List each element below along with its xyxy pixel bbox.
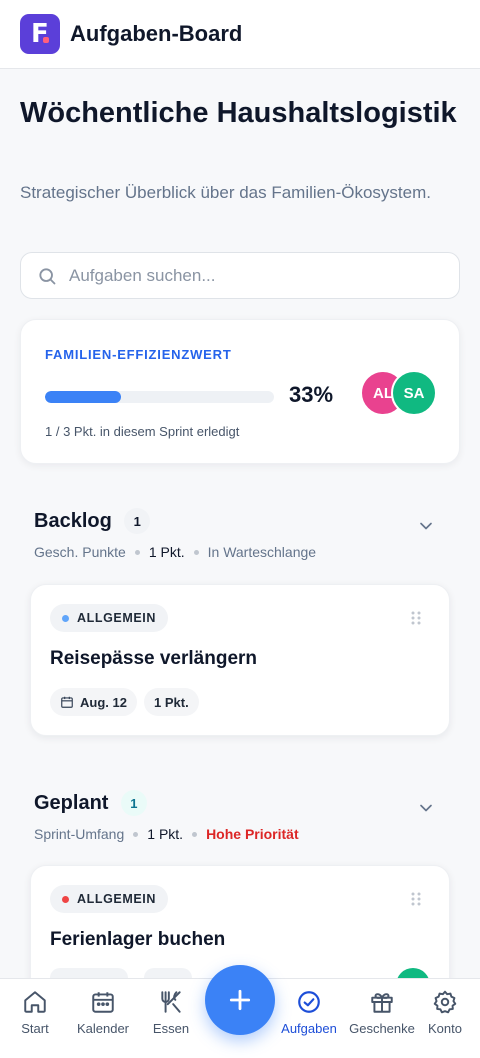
nav-item-kalender[interactable]: Kalender bbox=[68, 989, 138, 1036]
check-circle-icon bbox=[298, 991, 320, 1013]
nav-label: Kalender bbox=[76, 1021, 130, 1036]
category-tag: ALLGEMEIN bbox=[50, 604, 169, 632]
task-title: Ferienlager buchen bbox=[50, 929, 226, 950]
plus-icon bbox=[229, 989, 251, 1011]
page-subtitle: Strategischer Überblick über das Familie… bbox=[20, 183, 431, 202]
nav-label: Konto bbox=[428, 1021, 462, 1036]
nav-label: Essen bbox=[152, 1021, 190, 1036]
task-title: Reisepässe verlängern bbox=[50, 648, 258, 669]
nav-item-start[interactable]: Start bbox=[0, 989, 70, 1036]
avatar[interactable]: SA bbox=[391, 370, 437, 416]
points-chip: 1 Pkt. bbox=[144, 688, 199, 716]
meta-points: 1 Pkt. bbox=[148, 544, 185, 560]
efficiency-card: FAMILIEN-EFFIZIENZWERT 33% 1 / 3 Pkt. in… bbox=[20, 319, 460, 464]
meta-label: Sprint-Umfang bbox=[34, 826, 125, 842]
home-icon bbox=[24, 991, 46, 1013]
nav-item-aufgaben[interactable]: Aufgaben bbox=[274, 989, 344, 1036]
gift-icon bbox=[371, 993, 393, 1013]
search-box[interactable] bbox=[20, 252, 460, 299]
task-card[interactable]: ALLGEMEIN Reisepässe verlängern Aug. 12 … bbox=[30, 584, 450, 736]
nav-item-essen[interactable]: Essen bbox=[136, 989, 206, 1036]
due-date-chip: Aug. 12 bbox=[50, 688, 137, 716]
due-date-chip bbox=[50, 968, 128, 978]
nav-item-konto[interactable]: Konto bbox=[410, 989, 480, 1036]
app-logo[interactable]: F bbox=[20, 14, 60, 54]
tag-dot bbox=[62, 614, 69, 622]
section-header-geplant[interactable]: Geplant 1 bbox=[34, 790, 446, 816]
meta-status: In Warteschlange bbox=[207, 544, 317, 560]
tag-label: ALLGEMEIN bbox=[77, 611, 157, 625]
due-date: Aug. 12 bbox=[80, 694, 127, 710]
meta-separator bbox=[133, 831, 139, 837]
task-points: 1 Pkt. bbox=[154, 694, 189, 710]
nav-label: Geschenke bbox=[349, 1021, 415, 1036]
section-meta: Gesch. Punkte 1 Pkt. In Warteschlange bbox=[34, 544, 316, 560]
tag-dot bbox=[62, 895, 69, 903]
meta-label: Gesch. Punkte bbox=[34, 544, 126, 560]
tag-label: ALLGEMEIN bbox=[77, 892, 157, 906]
chevron-down-icon[interactable] bbox=[416, 798, 436, 818]
section-title: Backlog bbox=[34, 509, 112, 532]
section-title: Geplant bbox=[34, 791, 109, 814]
meta-separator bbox=[192, 831, 198, 837]
efficiency-progress-bar bbox=[45, 391, 274, 403]
nav-label: Start bbox=[21, 1021, 49, 1036]
app-header: F Aufgaben-Board bbox=[0, 0, 480, 69]
meta-separator bbox=[134, 549, 140, 555]
page-title: Wöchentliche Haushaltslogistik bbox=[20, 97, 457, 129]
section-header-backlog[interactable]: Backlog 1 bbox=[34, 508, 446, 534]
drag-handle-icon[interactable] bbox=[411, 611, 421, 625]
efficiency-note: 1 / 3 Pkt. in diesem Sprint erledigt bbox=[45, 424, 240, 439]
nav-item-geschenke[interactable]: Geschenke bbox=[347, 989, 417, 1036]
points-chip bbox=[144, 968, 192, 978]
gear-icon bbox=[433, 990, 457, 1014]
efficiency-progress-fill bbox=[45, 391, 121, 403]
search-icon bbox=[39, 267, 56, 284]
meta-priority: Hohe Priorität bbox=[206, 826, 299, 842]
app-title: Aufgaben-Board bbox=[70, 21, 243, 46]
category-tag: ALLGEMEIN bbox=[50, 885, 169, 913]
calendar-icon bbox=[61, 696, 73, 708]
meta-separator bbox=[193, 549, 199, 555]
count-badge: 1 bbox=[120, 790, 147, 816]
logo-letter: F bbox=[31, 19, 49, 49]
add-task-button[interactable] bbox=[205, 965, 275, 1035]
efficiency-percent: 33% bbox=[289, 382, 334, 407]
drag-handle-icon[interactable] bbox=[411, 892, 421, 906]
utensils-icon bbox=[161, 991, 181, 1013]
chevron-down-icon[interactable] bbox=[416, 516, 436, 536]
search-input[interactable] bbox=[69, 265, 439, 286]
count-badge: 1 bbox=[124, 508, 151, 534]
nav-label: Aufgaben bbox=[281, 1021, 337, 1036]
logo-dot bbox=[43, 37, 49, 43]
efficiency-label: FAMILIEN-EFFIZIENZWERT bbox=[45, 347, 232, 362]
calendar-icon bbox=[92, 992, 114, 1013]
section-meta: Sprint-Umfang 1 Pkt. Hohe Priorität bbox=[34, 826, 299, 842]
meta-points: 1 Pkt. bbox=[147, 826, 184, 842]
